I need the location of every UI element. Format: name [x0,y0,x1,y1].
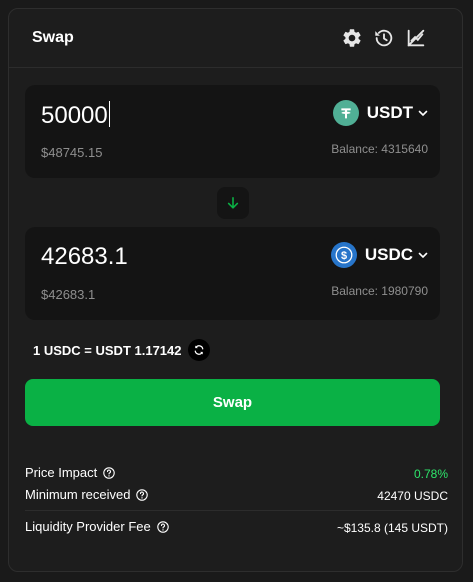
from-usd-value: $48745.15 [41,145,103,160]
minimum-received-label: Minimum received [25,487,131,502]
to-amount-input[interactable]: 42683.1 [41,243,128,271]
to-token-selector[interactable]: $ USDC [330,242,428,268]
chart-off-icon[interactable] [405,27,427,49]
text-cursor [108,101,110,127]
exchange-rate-text: 1 USDC = USDT 1.17142 [33,342,182,358]
to-usd-value: $42683.1 [41,287,96,302]
swap-panel: Swap 50000 $48745.15 USDT Balance: 43156… [8,8,463,572]
liquidity-fee-value: ~$135.8 (145 USDT) [336,521,448,535]
from-balance: Balance: 4315640 [331,142,428,156]
svg-text:$: $ [341,250,347,262]
arrow-down-icon [227,196,239,209]
help-icon[interactable] [103,466,115,479]
to-token-name: USDC [364,245,413,264]
usdc-logo-icon: $ [330,242,357,268]
chevron-down-icon [418,110,428,117]
from-token-card: 50000 $48745.15 USDT Balance: 4315640 [25,85,440,178]
refresh-rate-button[interactable] [188,339,211,361]
from-token-selector[interactable]: USDT [332,100,428,126]
minimum-received-value: 42470 USDC [377,489,448,503]
swap-button[interactable]: Swap [25,379,440,426]
divider [25,510,440,511]
minimum-received-row: Minimum received [25,487,149,502]
help-icon[interactable] [156,520,169,533]
liquidity-fee-row: Liquidity Provider Fee [25,519,169,534]
price-impact-value: 0.78% [413,467,448,481]
chevron-down-icon [418,252,428,259]
usdt-logo-icon [332,100,359,126]
liquidity-fee-label: Liquidity Provider Fee [25,519,151,534]
from-amount-input[interactable]: 50000 [41,101,110,130]
history-icon[interactable] [373,27,395,49]
refresh-icon [195,345,204,355]
price-impact-row: Price Impact [25,465,115,480]
from-token-name: USDT [366,103,413,122]
settings-gear-icon[interactable] [341,27,363,49]
to-balance: Balance: 1980790 [331,284,428,298]
page-title: Swap [32,29,74,46]
switch-direction-button[interactable] [217,187,249,219]
help-icon[interactable] [136,488,149,501]
price-impact-label: Price Impact [25,465,98,480]
exchange-rate: 1 USDC = USDT 1.17142 [33,339,211,361]
to-token-card: 42683.1 $42683.1 $ USDC Balance: 1980790 [25,227,440,320]
panel-header: Swap [9,9,462,68]
